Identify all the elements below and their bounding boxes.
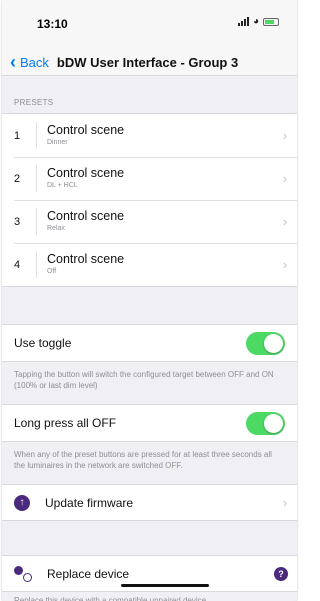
preset-row-1[interactable]: 1 Control scene Dinner › xyxy=(2,114,297,157)
back-button[interactable]: ‹ Back xyxy=(10,51,49,72)
preset-row-3[interactable]: 3 Control scene Relax › xyxy=(2,200,297,243)
preset-number: 1 xyxy=(14,129,21,142)
preset-number: 4 xyxy=(14,258,21,271)
chevron-right-icon: › xyxy=(282,128,288,143)
wifi-icon: ◕ xyxy=(252,16,259,27)
divider xyxy=(36,251,37,278)
use-toggle-note: Tapping the button will switch the confi… xyxy=(14,370,274,390)
home-indicator xyxy=(121,584,209,587)
divider xyxy=(36,122,37,149)
navigation-bar: ‹ Back bDW User Interface - Group 3 xyxy=(2,50,297,76)
presets-header: PRESETS xyxy=(14,98,54,107)
chevron-right-icon: › xyxy=(282,214,288,229)
preset-subtitle: Relax xyxy=(47,225,65,232)
replace-device-icon xyxy=(14,565,32,582)
preset-number: 3 xyxy=(14,215,21,228)
status-bar: 13:10 ◕ xyxy=(2,0,297,50)
long-press-switch[interactable] xyxy=(246,411,285,435)
update-firmware-row[interactable]: ↑ Update firmware › xyxy=(2,484,297,521)
chevron-left-icon: ‹ xyxy=(10,51,16,72)
long-press-row: Long press all OFF xyxy=(2,404,297,442)
preset-number: 2 xyxy=(14,172,21,185)
chevron-right-icon: › xyxy=(282,495,288,510)
status-time: 13:10 xyxy=(37,17,68,31)
preset-title: Control scene xyxy=(47,166,125,180)
use-toggle-label: Use toggle xyxy=(14,336,72,350)
presets-list: 1 Control scene Dinner › 2 Control scene… xyxy=(2,113,297,287)
preset-row-2[interactable]: 2 Control scene DL + HCL › xyxy=(2,157,297,200)
signal-icon xyxy=(237,17,249,26)
preset-title: Control scene xyxy=(47,123,125,137)
help-button[interactable]: ? xyxy=(274,567,288,581)
use-toggle-row: Use toggle xyxy=(2,324,297,362)
preset-subtitle: DL + HCL xyxy=(47,182,78,189)
page-title: bDW User Interface - Group 3 xyxy=(56,55,239,70)
preset-row-4[interactable]: 4 Control scene Off › xyxy=(2,243,297,286)
arrow-up-circle-icon: ↑ xyxy=(14,494,30,511)
divider xyxy=(36,208,37,235)
battery-icon xyxy=(263,17,279,26)
preset-title: Control scene xyxy=(47,209,125,223)
use-toggle-switch[interactable] xyxy=(246,331,285,355)
preset-subtitle: Dinner xyxy=(47,139,68,146)
replace-device-label: Replace device xyxy=(47,566,130,581)
long-press-note: When any of the preset buttons are press… xyxy=(14,450,272,470)
preset-subtitle: Off xyxy=(47,268,57,275)
update-firmware-label: Update firmware xyxy=(45,495,134,510)
back-label: Back xyxy=(20,55,49,70)
chevron-right-icon: › xyxy=(282,171,288,186)
preset-title: Control scene xyxy=(47,252,125,266)
app-frame: 13:10 ◕ ‹ Back bDW User Interface - Grou… xyxy=(2,0,297,601)
long-press-label: Long press all OFF xyxy=(14,416,117,430)
chevron-right-icon: › xyxy=(282,257,288,272)
status-icons: ◕ xyxy=(237,16,279,27)
replace-device-note: Replace this device with a compatible un… xyxy=(14,596,207,601)
divider xyxy=(36,165,37,192)
